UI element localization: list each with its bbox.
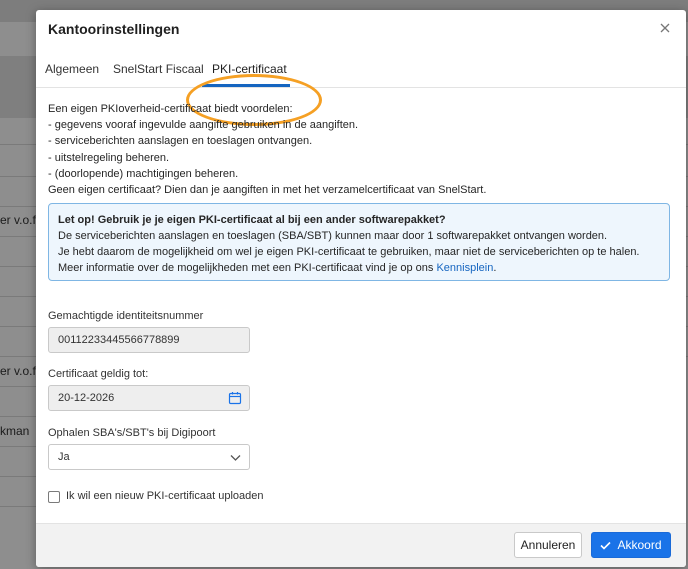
info-notice: Let op! Gebruik je je eigen PKI-certific… xyxy=(48,203,670,281)
tab-pki-certificaat[interactable]: PKI-certificaat xyxy=(212,62,287,76)
background-row-divider xyxy=(0,386,36,387)
tab-snelstart-fiscaal[interactable]: SnelStart Fiscaal xyxy=(113,62,204,76)
info-line-suffix: . xyxy=(493,262,497,274)
background-row-divider xyxy=(0,506,36,507)
intro-line: - serviceberichten aanslagen en toeslage… xyxy=(48,135,313,148)
background-row-text: er v.o.f xyxy=(0,213,36,227)
confirm-button-label: Akkoord xyxy=(617,538,662,552)
identity-number-value: 00112233445566778899 xyxy=(58,334,180,346)
cancel-button-label: Annuleren xyxy=(520,538,576,552)
dialog-header: Kantoorinstellingen xyxy=(36,10,686,48)
tab-algemeen[interactable]: Algemeen xyxy=(45,62,99,76)
intro-line: - (doorlopende) machtigingen beheren. xyxy=(48,167,239,180)
info-line: De serviceberichten aanslagen en toeslag… xyxy=(58,230,608,242)
intro-text: Een eigen PKIoverheid-certificaat biedt … xyxy=(48,101,486,198)
background-row-divider xyxy=(0,144,36,145)
close-icon[interactable] xyxy=(658,21,672,35)
dialog-title: Kantoorinstellingen xyxy=(48,21,180,37)
dialog-footer: Annuleren Akkoord xyxy=(36,523,686,567)
background-row-text: kman xyxy=(0,424,30,438)
digipoort-select[interactable]: Ja xyxy=(48,444,250,470)
background-row-divider xyxy=(0,326,36,327)
background-row-divider xyxy=(0,206,36,207)
certificate-valid-field: 20-12-2026 xyxy=(48,385,250,411)
intro-line: - gegevens vooraf ingevulde aangifte geb… xyxy=(48,119,359,132)
active-tab-indicator xyxy=(202,84,290,87)
chevron-down-icon xyxy=(230,455,241,461)
intro-line: Een eigen PKIoverheid-certificaat biedt … xyxy=(48,103,293,115)
settings-dialog: Kantoorinstellingen Algemeen SnelStart F… xyxy=(36,10,686,567)
tab-bar: Algemeen SnelStart Fiscaal PKI-certifica… xyxy=(36,48,686,126)
confirm-button[interactable]: Akkoord xyxy=(591,532,671,558)
upload-certificate-label[interactable]: Ik wil een nieuw PKI-certificaat uploade… xyxy=(66,490,264,502)
cancel-button[interactable]: Annuleren xyxy=(514,532,582,558)
info-line-prefix: Meer informatie over de mogelijkheden me… xyxy=(58,262,437,274)
calendar-icon[interactable] xyxy=(228,391,242,405)
background-row-divider xyxy=(0,356,36,357)
digipoort-label: Ophalen SBA's/SBT's bij Digipoort xyxy=(48,427,216,439)
background-row-divider xyxy=(0,296,36,297)
intro-line: - uitstelregeling beheren. xyxy=(48,151,170,164)
identity-number-field: 00112233445566778899 xyxy=(48,327,250,353)
background-row-text: er v.o.f. xyxy=(0,364,36,378)
info-line: Meer informatie over de mogelijkheden me… xyxy=(58,260,660,276)
upload-certificate-checkbox[interactable] xyxy=(48,491,60,503)
background-row-divider xyxy=(0,476,36,477)
certificate-valid-value: 20-12-2026 xyxy=(58,392,115,404)
digipoort-selected-value: Ja xyxy=(58,451,70,463)
background-row-divider xyxy=(0,446,36,447)
certificate-valid-label: Certificaat geldig tot: xyxy=(48,368,149,380)
background-table-header xyxy=(0,56,36,118)
identity-number-label: Gemachtigde identiteitsnummer xyxy=(48,310,204,322)
check-icon xyxy=(600,541,612,550)
info-line: Je hebt daarom de mogelijkheid om wel je… xyxy=(58,246,640,258)
background-row-divider xyxy=(0,266,36,267)
background-row-divider xyxy=(0,176,36,177)
kennisplein-link[interactable]: Kennisplein xyxy=(436,262,493,274)
background-row-divider xyxy=(0,416,36,417)
intro-line: Geen eigen certificaat? Dien dan je aang… xyxy=(48,184,487,197)
background-row-divider xyxy=(0,236,36,237)
info-heading: Let op! Gebruik je je eigen PKI-certific… xyxy=(58,214,446,226)
